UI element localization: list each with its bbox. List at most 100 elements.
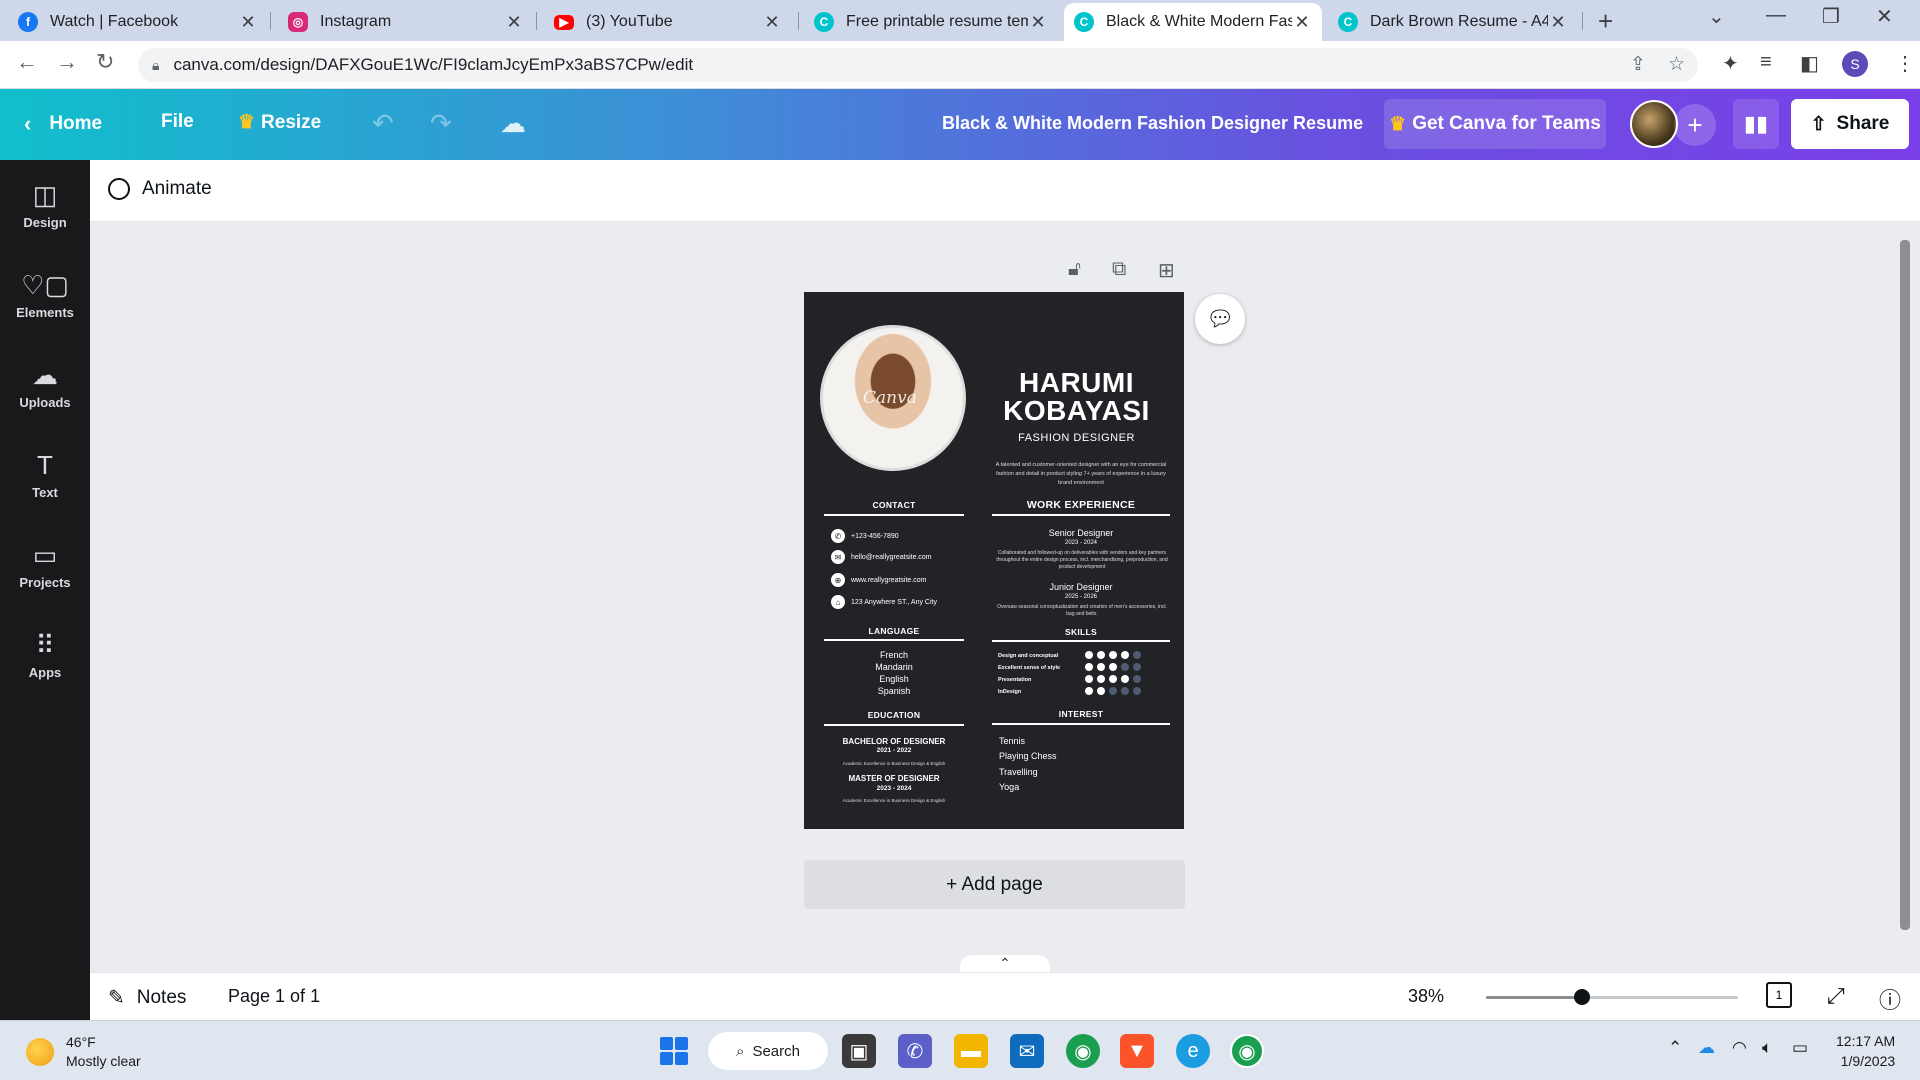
wifi-icon[interactable]: ◠: [1732, 1038, 1747, 1058]
profile-photo[interactable]: Canva: [820, 325, 966, 471]
taskbar-search[interactable]: ⌕ Search: [708, 1032, 828, 1070]
page-indicator[interactable]: Page 1 of 1: [228, 986, 320, 1007]
resize-button[interactable]: ♛ Resize: [238, 111, 321, 134]
vertical-scrollbar[interactable]: [1900, 240, 1910, 930]
tab-search-chevron-icon[interactable]: ⌄: [1708, 4, 1725, 29]
share-page-icon[interactable]: ⇪: [1630, 53, 1646, 76]
education-detail[interactable]: Academic Excellence in Business Design &…: [824, 760, 964, 767]
resume-bio[interactable]: A talented and customer-oriented designe…: [992, 461, 1170, 488]
interest-item[interactable]: Travelling: [999, 767, 1038, 777]
contact-address[interactable]: ⌂ 123 Anywhere ST., Any City: [831, 595, 937, 609]
close-tab-icon[interactable]: ✕: [1292, 12, 1312, 33]
duplicate-page-icon[interactable]: ⧉: [1112, 258, 1126, 281]
profile-avatar[interactable]: S: [1842, 51, 1868, 77]
education-detail[interactable]: Academic Excellence in Business Design &…: [824, 797, 964, 804]
rail-item-elements[interactable]: ♡▢ Elements: [0, 255, 90, 335]
cloud-saved-icon[interactable]: ☁: [500, 108, 526, 139]
job-detail[interactable]: Collaborated and followed-up on delivera…: [996, 550, 1168, 571]
add-page-icon[interactable]: ⊞: [1158, 258, 1175, 283]
zoom-slider-handle[interactable]: [1573, 989, 1590, 1005]
interest-heading[interactable]: INTEREST: [992, 709, 1170, 719]
insights-chart-button[interactable]: ▮▮: [1733, 99, 1779, 149]
minimize-icon[interactable]: —: [1766, 4, 1786, 27]
rail-item-projects[interactable]: ▭ Projects: [0, 525, 90, 605]
contact-phone[interactable]: ✆ +123-456-7890: [831, 529, 899, 543]
home-button[interactable]: ‹ Home: [24, 111, 102, 137]
skill-name[interactable]: Design and conceptual: [998, 653, 1058, 659]
contact-email[interactable]: ✉ hello@reallygreatsite.com: [831, 550, 932, 564]
restore-icon[interactable]: ❐: [1822, 4, 1840, 29]
language-item[interactable]: Spanish: [824, 686, 964, 696]
work-heading[interactable]: WORK EXPERIENCE: [992, 499, 1170, 511]
contact-heading[interactable]: CONTACT: [824, 500, 964, 510]
skill-name[interactable]: Presentation: [998, 677, 1031, 683]
rail-item-apps[interactable]: ⠿ Apps: [0, 615, 90, 695]
help-icon[interactable]: ⓘ: [1879, 983, 1901, 1015]
bookmark-star-icon[interactable]: ☆: [1668, 53, 1685, 76]
user-avatar[interactable]: [1630, 100, 1678, 148]
zoom-slider[interactable]: [1486, 989, 1738, 1005]
battery-icon[interactable]: ▭: [1792, 1038, 1808, 1058]
education-degree[interactable]: MASTER OF DESIGNER: [824, 774, 964, 783]
zoom-percentage[interactable]: 38%: [1408, 986, 1444, 1007]
language-heading[interactable]: LANGUAGE: [824, 626, 964, 636]
resume-name[interactable]: HARUMI KOBAYASI: [984, 369, 1169, 425]
education-years[interactable]: 2021 - 2022: [824, 747, 964, 754]
browser-tab-dark-brown-resume[interactable]: C Dark Brown Resume - A4 ✕: [1328, 3, 1578, 41]
job-years[interactable]: 2023 - 2024: [992, 540, 1170, 546]
get-canva-teams-button[interactable]: ♛ Get Canva for Teams: [1384, 99, 1606, 149]
new-tab-icon[interactable]: +: [1598, 6, 1613, 37]
page-grid-button[interactable]: 1: [1766, 982, 1792, 1008]
edge-browser-icon[interactable]: e: [1176, 1034, 1210, 1068]
language-item[interactable]: Mandarin: [824, 662, 964, 672]
extensions-icon[interactable]: ✦: [1722, 51, 1739, 76]
onedrive-icon[interactable]: ☁: [1698, 1038, 1715, 1058]
lock-page-icon[interactable]: 🔓︎: [1068, 258, 1081, 281]
document-title[interactable]: Black & White Modern Fashion Designer Re…: [942, 113, 1363, 134]
reload-icon[interactable]: ↻: [96, 49, 114, 75]
redo-icon[interactable]: ↷: [430, 108, 452, 139]
education-heading[interactable]: EDUCATION: [824, 710, 964, 720]
url-text[interactable]: canva.com/design/DAFXGouE1Wc/FI9clamJcyE…: [173, 55, 693, 75]
file-explorer-icon[interactable]: ▬: [954, 1034, 988, 1068]
browser-tab-youtube[interactable]: ▶ (3) YouTube ✕: [544, 3, 792, 41]
start-button[interactable]: [660, 1037, 688, 1065]
browser-menu-icon[interactable]: ⋮: [1895, 51, 1915, 76]
close-tab-icon[interactable]: ✕: [1028, 12, 1048, 33]
education-years[interactable]: 2023 - 2024: [824, 785, 964, 792]
job-years[interactable]: 2025 - 2026: [992, 594, 1170, 600]
chrome-icon[interactable]: ◉: [1066, 1034, 1100, 1068]
add-comment-button[interactable]: 💬︎: [1195, 294, 1245, 344]
animate-button[interactable]: Animate: [108, 178, 212, 200]
invite-plus-button[interactable]: +: [1674, 104, 1716, 146]
interest-item[interactable]: Tennis: [999, 736, 1025, 746]
skill-name[interactable]: Excellent sense of style: [998, 665, 1060, 671]
close-tab-icon[interactable]: ✕: [238, 12, 258, 33]
teams-chat-icon[interactable]: ✆: [898, 1034, 932, 1068]
close-tab-icon[interactable]: ✕: [1548, 12, 1568, 33]
rail-item-uploads[interactable]: ☁ Uploads: [0, 345, 90, 425]
close-window-icon[interactable]: ✕: [1876, 4, 1893, 29]
browser-tab-facebook[interactable]: f Watch | Facebook ✕: [8, 3, 268, 41]
forward-icon[interactable]: →: [56, 49, 78, 75]
chrome-profile-icon[interactable]: ◉: [1230, 1034, 1264, 1068]
tray-overflow-chevron-icon[interactable]: ⌃: [1668, 1038, 1682, 1058]
volume-icon[interactable]: 🔈︎: [1762, 1038, 1772, 1058]
brave-browser-icon[interactable]: ▼: [1120, 1034, 1154, 1068]
interest-item[interactable]: Playing Chess: [999, 751, 1057, 761]
browser-tab-instagram[interactable]: ◎ Instagram ✕: [278, 3, 534, 41]
weather-widget[interactable]: 46°F Mostly clear: [26, 1033, 141, 1071]
task-view-icon[interactable]: ▣: [842, 1034, 876, 1068]
language-item[interactable]: English: [824, 674, 964, 684]
skill-name[interactable]: InDesign: [998, 689, 1021, 695]
mail-app-icon[interactable]: ✉: [1010, 1034, 1044, 1068]
interest-item[interactable]: Yoga: [999, 782, 1019, 792]
browser-tab-canva-templates[interactable]: C Free printable resume temp ✕: [804, 3, 1058, 41]
rail-item-text[interactable]: T Text: [0, 435, 90, 515]
undo-icon[interactable]: ↶: [372, 108, 394, 139]
back-icon[interactable]: ←: [16, 49, 38, 75]
education-degree[interactable]: BACHELOR OF DESIGNER: [824, 737, 964, 746]
language-item[interactable]: French: [824, 650, 964, 660]
notes-button[interactable]: ✎ Notes: [108, 985, 186, 1010]
expand-pages-button[interactable]: ⌃: [960, 955, 1050, 973]
